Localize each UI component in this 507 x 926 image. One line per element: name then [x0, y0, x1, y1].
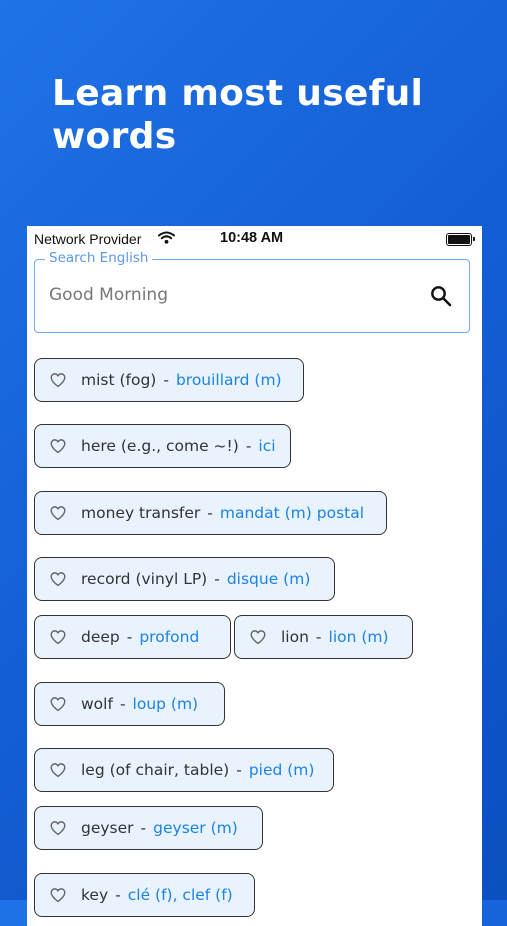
heart-outline-icon[interactable]: [49, 504, 67, 522]
separator: -: [115, 886, 121, 904]
english-word: wolf: [81, 695, 113, 713]
search-input[interactable]: [49, 285, 409, 305]
french-translation: profond: [139, 628, 200, 646]
french-translation: loup (m): [132, 695, 199, 713]
search-field[interactable]: Search English: [34, 250, 470, 333]
separator: -: [140, 819, 147, 837]
battery-icon: [446, 233, 475, 246]
separator: -: [126, 628, 133, 646]
search-icon[interactable]: [429, 284, 453, 308]
french-translation: lion (m): [328, 628, 389, 646]
separator: -: [163, 371, 169, 389]
heart-outline-icon[interactable]: [49, 371, 67, 389]
separator: -: [207, 504, 213, 522]
french-translation: ici: [258, 437, 276, 455]
heart-outline-icon[interactable]: [249, 628, 267, 646]
english-word: leg (of chair, table): [81, 761, 230, 779]
status-time: 10:48 AM: [220, 230, 284, 246]
heart-outline-icon[interactable]: [49, 886, 67, 904]
english-word: here (e.g., come ~!): [81, 437, 239, 455]
word-chip[interactable]: leg (of chair, table) - pied (m): [34, 748, 334, 792]
phone-screen: Network Provider 10:48 AM Search English…: [27, 226, 482, 926]
word-chip[interactable]: wolf - loup (m): [34, 682, 225, 726]
heart-outline-icon[interactable]: [49, 761, 67, 779]
search-label: Search English: [45, 250, 153, 266]
wifi-icon: [158, 231, 175, 244]
english-word: lion: [281, 628, 309, 646]
word-chip[interactable]: key - clé (f), clef (f): [34, 873, 255, 917]
word-chip[interactable]: mist (fog) - brouillard (m): [34, 358, 304, 402]
carrier-name: Network Provider: [34, 231, 142, 247]
word-chip[interactable]: record (vinyl LP) - disque (m): [34, 557, 335, 601]
french-translation: mandat (m) postal: [219, 504, 365, 522]
english-word: mist (fog): [81, 371, 157, 389]
heart-outline-icon[interactable]: [49, 695, 67, 713]
word-chip[interactable]: deep - profond: [34, 615, 231, 659]
english-word: money transfer: [81, 504, 201, 522]
heart-outline-icon[interactable]: [49, 570, 67, 588]
headline: Learn most useful words: [52, 73, 424, 157]
separator: -: [245, 437, 252, 455]
heart-outline-icon[interactable]: [49, 437, 67, 455]
separator: -: [315, 628, 322, 646]
heart-outline-icon[interactable]: [49, 628, 67, 646]
french-translation: disque (m): [226, 570, 311, 588]
separator: -: [214, 570, 220, 588]
word-chip[interactable]: geyser - geyser (m): [34, 806, 263, 850]
english-word: record (vinyl LP): [81, 570, 208, 588]
word-chip[interactable]: lion - lion (m): [234, 615, 413, 659]
french-translation: clé (f), clef (f): [127, 886, 233, 904]
french-translation: geyser (m): [153, 819, 238, 837]
separator: -: [236, 761, 242, 779]
word-chip[interactable]: here (e.g., come ~!) - ici: [34, 424, 291, 468]
english-word: key: [81, 886, 109, 904]
french-translation: pied (m): [248, 761, 315, 779]
french-translation: brouillard (m): [175, 371, 282, 389]
status-bar: Network Provider 10:48 AM: [27, 226, 482, 252]
separator: -: [119, 695, 126, 713]
word-chip[interactable]: money transfer - mandat (m) postal: [34, 491, 387, 535]
english-word: geyser: [81, 819, 134, 837]
english-word: deep: [81, 628, 120, 646]
heart-outline-icon[interactable]: [49, 819, 67, 837]
